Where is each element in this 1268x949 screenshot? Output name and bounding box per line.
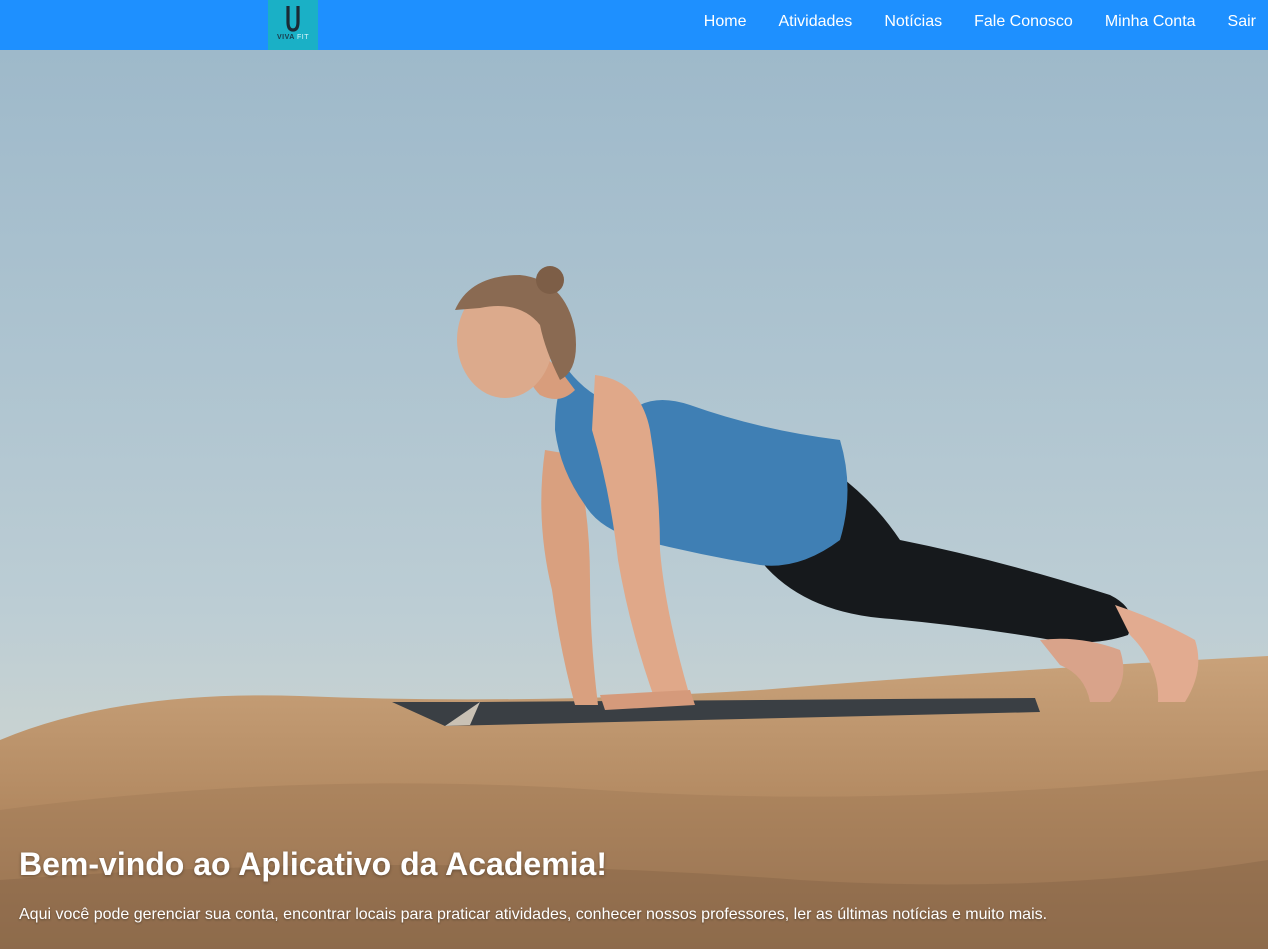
hero-photo-plank-woman — [0, 266, 1268, 949]
hero-title: Bem-vindo ao Aplicativo da Academia! — [19, 846, 607, 882]
top-navbar: VIVA FIT Home Atividades Notícias Fale C… — [0, 0, 1268, 50]
logo-wordmark: VIVA FIT — [276, 34, 309, 41]
nav-sair[interactable]: Sair — [1228, 13, 1256, 31]
nav-home[interactable]: Home — [704, 13, 747, 31]
nav-fale-conosco[interactable]: Fale Conosco — [974, 13, 1073, 31]
nav-minha-conta[interactable]: Minha Conta — [1105, 13, 1196, 31]
hero-banner: Bem-vindo ao Aplicativo da Academia! Aqu… — [0, 50, 1268, 949]
hero-subtitle: Aqui você pode gerenciar sua conta, enco… — [19, 906, 1048, 923]
nav-noticias[interactable]: Notícias — [884, 13, 942, 31]
nav-atividades[interactable]: Atividades — [778, 13, 852, 31]
main-nav: Home Atividades Notícias Fale Conosco Mi… — [672, 0, 1256, 44]
logo-u-icon — [286, 6, 300, 32]
viva-fit-logo[interactable]: VIVA FIT — [268, 0, 318, 50]
